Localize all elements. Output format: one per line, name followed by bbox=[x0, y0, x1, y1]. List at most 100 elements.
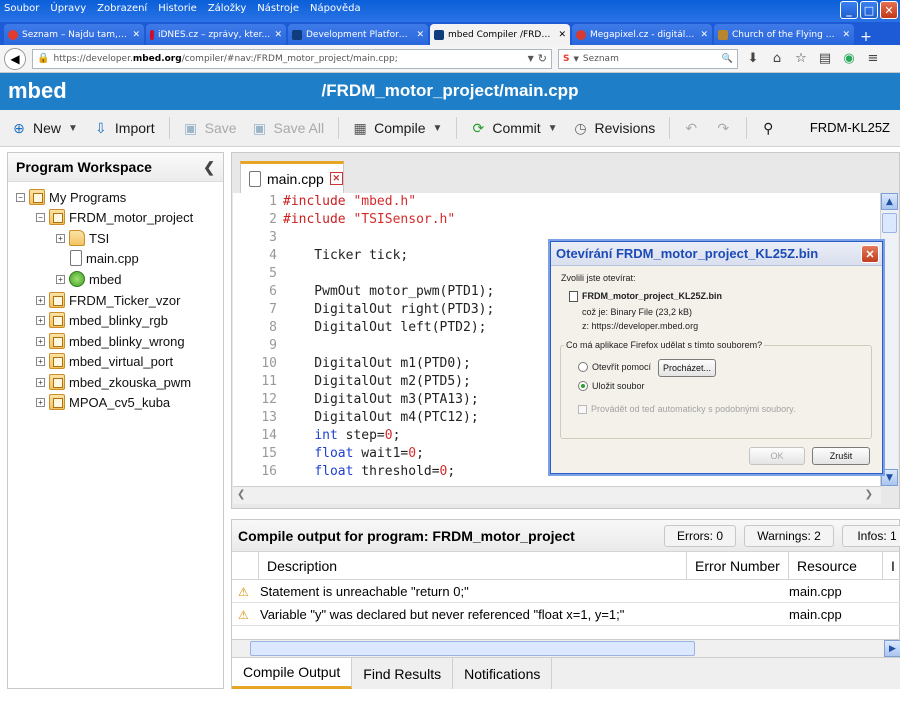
column-resource[interactable]: Resource bbox=[788, 552, 882, 580]
address-bar[interactable]: 🔒 https://developer.mbed.org/compiler/#n… bbox=[32, 48, 552, 69]
new-button[interactable]: ⊕ New ▼ bbox=[10, 119, 78, 137]
auto-action-checkbox[interactable] bbox=[578, 404, 587, 414]
close-tab-icon[interactable]: ✕ bbox=[558, 30, 566, 40]
home-icon[interactable]: ⌂ bbox=[768, 51, 786, 66]
save-file-option[interactable]: Uložit soubor bbox=[578, 381, 645, 391]
menu-nastroje[interactable]: Nástroje bbox=[257, 3, 299, 14]
browser-tab-idnes[interactable]: iDNES.cz – zprávy, kter... ✕ bbox=[146, 24, 286, 45]
infos-count-button[interactable]: Infos: 1 bbox=[842, 525, 900, 547]
column-error-number[interactable]: Error Number bbox=[686, 552, 788, 580]
tree-item-frdm-motor-project[interactable]: − FRDM_motor_project bbox=[36, 207, 193, 227]
column-description[interactable]: Description bbox=[258, 552, 686, 580]
tree-item-tsi[interactable]: + TSI bbox=[56, 228, 109, 248]
output-horizontal-scrollbar[interactable]: ▶ bbox=[232, 639, 900, 657]
expand-icon[interactable]: + bbox=[36, 356, 45, 366]
find-button[interactable]: ⚲ bbox=[759, 119, 777, 137]
browser-tab-church[interactable]: Church of the Flying Sp... ✕ bbox=[714, 24, 854, 45]
close-tab-icon[interactable]: ✕ bbox=[132, 30, 140, 40]
tree-item-mbed-virtual-port[interactable]: + mbed_virtual_port bbox=[36, 351, 173, 371]
menu-historie[interactable]: Historie bbox=[158, 3, 197, 14]
collapse-icon[interactable]: − bbox=[16, 192, 25, 202]
expand-icon[interactable]: + bbox=[56, 233, 65, 243]
cancel-button[interactable]: Zrušit bbox=[812, 447, 870, 465]
undo-button[interactable]: ↶ bbox=[682, 119, 700, 137]
expand-icon[interactable]: + bbox=[36, 315, 45, 325]
minimize-button[interactable]: _ bbox=[840, 1, 858, 19]
tree-item-mbed[interactable]: + mbed bbox=[56, 269, 122, 289]
scroll-thumb[interactable] bbox=[250, 641, 695, 656]
expand-icon[interactable]: + bbox=[56, 274, 65, 284]
browser-tab-seznam[interactable]: Seznam – Najdu tam, ... ✕ bbox=[4, 24, 144, 45]
maximize-button[interactable]: □ bbox=[860, 1, 878, 19]
back-button[interactable]: ◀ bbox=[4, 47, 26, 70]
table-row[interactable]: ⚠ Variable "y" was declared but never re… bbox=[232, 603, 900, 626]
menu-zobrazeni[interactable]: Zobrazení bbox=[97, 3, 147, 14]
expand-icon[interactable]: + bbox=[36, 397, 45, 407]
scroll-right-icon[interactable]: ▶ bbox=[884, 640, 900, 657]
dialog-close-button[interactable]: ✕ bbox=[861, 245, 879, 263]
tab-compile-output[interactable]: Compile Output bbox=[232, 658, 353, 689]
revisions-button[interactable]: ◷ Revisions bbox=[572, 119, 655, 137]
tree-item-mbed-zkouska-pwm[interactable]: + mbed_zkouska_pwm bbox=[36, 372, 191, 392]
dropdown-icon[interactable]: ▼ bbox=[528, 54, 534, 63]
save-all-button[interactable]: ▣ Save All bbox=[251, 119, 324, 137]
addon-icon[interactable]: ◉ bbox=[840, 51, 858, 66]
browse-button[interactable]: Procházet... bbox=[658, 359, 716, 377]
scroll-down-icon[interactable]: ▼ bbox=[881, 469, 898, 486]
reload-icon[interactable]: ↻ bbox=[538, 52, 547, 65]
tree-item-main-cpp[interactable]: main.cpp bbox=[70, 248, 139, 268]
scroll-left-icon[interactable]: ❮ bbox=[237, 489, 245, 500]
auto-action-option[interactable]: Provádět od teď automaticky s podobnými … bbox=[578, 404, 795, 414]
bookmark-star-icon[interactable]: ☆ bbox=[792, 51, 810, 66]
menu-soubor[interactable]: Soubor bbox=[4, 3, 39, 14]
close-tab-icon[interactable]: ✕ bbox=[329, 172, 343, 185]
tab-notifications[interactable]: Notifications bbox=[453, 658, 553, 689]
tab-find-results[interactable]: Find Results bbox=[352, 658, 454, 689]
import-button[interactable]: ⇩ Import bbox=[92, 119, 155, 137]
tree-item-mbed-blinky-rgb[interactable]: + mbed_blinky_rgb bbox=[36, 310, 168, 330]
row-resource[interactable]: main.cpp bbox=[789, 603, 881, 626]
save-button[interactable]: ▣ Save bbox=[182, 119, 237, 137]
target-platform[interactable]: FRDM-KL25Z bbox=[810, 120, 890, 135]
menu-zalozky[interactable]: Záložky bbox=[208, 3, 246, 14]
editor-horizontal-scrollbar[interactable]: ❮ ❯ bbox=[233, 486, 881, 504]
ok-button[interactable]: OK bbox=[749, 447, 805, 465]
code-line[interactable]: 1 #include "mbed.h" bbox=[233, 193, 873, 211]
close-tab-icon[interactable]: ✕ bbox=[700, 30, 708, 40]
collapse-panel-icon[interactable]: ❮ bbox=[203, 159, 215, 176]
search-bar[interactable]: S ▼ Seznam 🔍 bbox=[558, 48, 738, 69]
search-icon[interactable]: 🔍 bbox=[722, 54, 733, 64]
expand-icon[interactable]: + bbox=[36, 377, 45, 387]
tree-item-mpoa-cv5-kuba[interactable]: + MPOA_cv5_kuba bbox=[36, 392, 170, 412]
save-file-radio[interactable] bbox=[578, 381, 588, 391]
editor-tab-main-cpp[interactable]: main.cpp ✕ bbox=[240, 161, 344, 193]
menu-upravy[interactable]: Úpravy bbox=[50, 3, 86, 14]
browser-tab-development-platform[interactable]: Development Platform ... ✕ bbox=[288, 24, 428, 45]
column-extra[interactable]: I bbox=[882, 552, 900, 580]
close-tab-icon[interactable]: ✕ bbox=[842, 30, 850, 40]
commit-button[interactable]: ⟳ Commit ▼ bbox=[469, 119, 558, 137]
bookmarks-list-icon[interactable]: ▤ bbox=[816, 51, 834, 66]
scroll-up-icon[interactable]: ▲ bbox=[881, 193, 898, 210]
tree-item-my-programs[interactable]: − My Programs bbox=[16, 187, 126, 207]
open-with-option[interactable]: Otevřít pomocí bbox=[578, 362, 651, 372]
search-input[interactable]: Seznam bbox=[583, 54, 718, 64]
tree-item-mbed-blinky-wrong[interactable]: + mbed_blinky_wrong bbox=[36, 331, 185, 351]
download-icon[interactable]: ⬇ bbox=[744, 51, 762, 66]
row-resource[interactable]: main.cpp bbox=[789, 580, 881, 603]
code-line[interactable]: 2 #include "TSISensor.h" bbox=[233, 211, 873, 229]
browser-tab-mbed-compiler[interactable]: mbed Compiler /FRDM... ✕ bbox=[430, 24, 570, 45]
expand-icon[interactable]: + bbox=[36, 295, 45, 305]
menu-icon[interactable]: ≡ bbox=[864, 51, 882, 66]
new-tab-button[interactable]: + bbox=[856, 29, 876, 45]
redo-button[interactable]: ↷ bbox=[714, 119, 732, 137]
warnings-count-button[interactable]: Warnings: 2 bbox=[744, 525, 834, 547]
close-window-button[interactable]: ✕ bbox=[880, 1, 898, 19]
scroll-right-icon[interactable]: ❯ bbox=[865, 489, 873, 500]
expand-icon[interactable]: + bbox=[36, 336, 45, 346]
close-tab-icon[interactable]: ✕ bbox=[416, 30, 424, 40]
tree-item-frdm-ticker-vzor[interactable]: + FRDM_Ticker_vzor bbox=[36, 290, 180, 310]
errors-count-button[interactable]: Errors: 0 bbox=[664, 525, 736, 547]
menu-napoveda[interactable]: Nápověda bbox=[310, 3, 361, 14]
search-engine-dropdown-icon[interactable]: ▼ bbox=[573, 55, 578, 63]
